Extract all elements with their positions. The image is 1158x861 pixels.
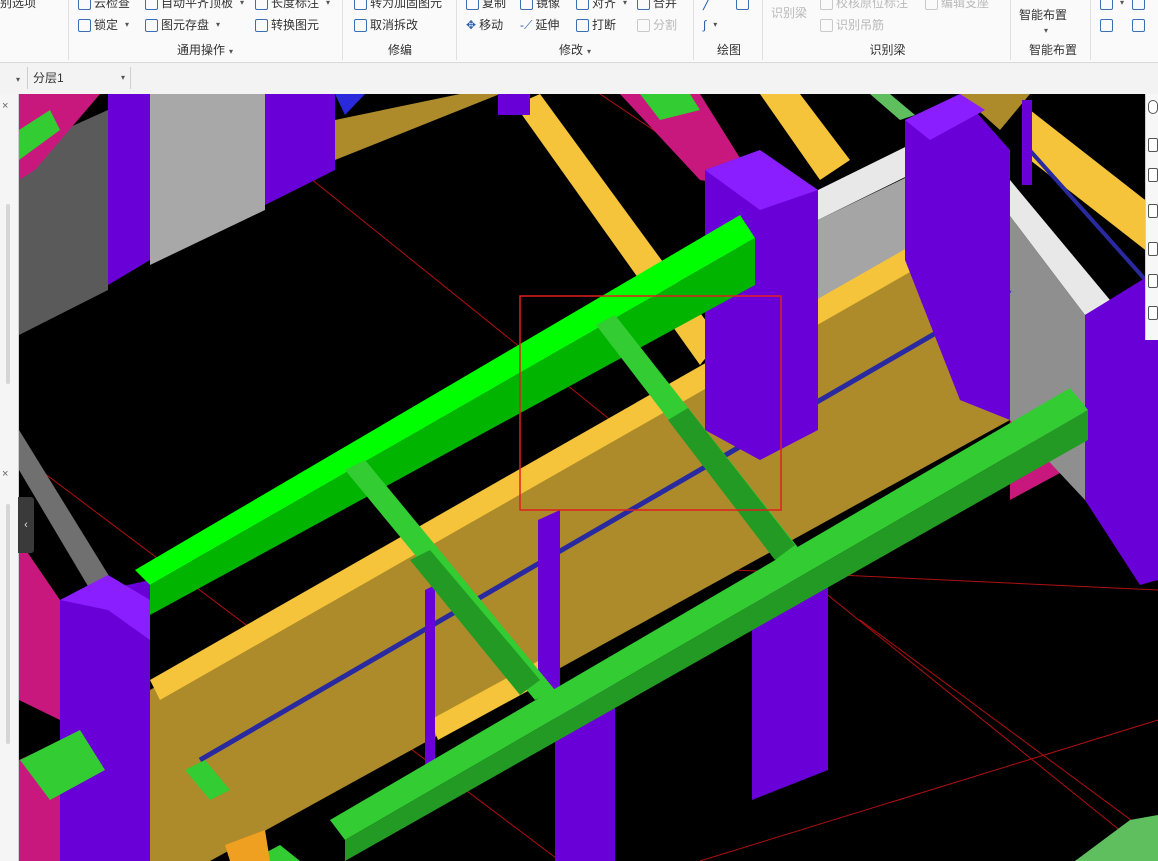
layer-dropdown[interactable]: 分层1 ▾ (33, 69, 125, 87)
align-button[interactable]: 对齐 ▾ (576, 0, 627, 12)
tool-c-button[interactable] (1132, 0, 1145, 12)
auto-level-slab-button[interactable]: 自动平齐顶板 ▾ (145, 0, 244, 12)
tool-d-button[interactable] (1132, 16, 1145, 34)
close-icon[interactable]: × (2, 100, 8, 112)
tool-b-icon (1100, 18, 1113, 32)
floor-dropdown[interactable]: ▾ (12, 69, 20, 87)
close-icon[interactable]: × (2, 468, 8, 480)
copy-icon (466, 0, 479, 10)
draw-rect-icon (736, 0, 749, 10)
group-smart-layout: 智能布置 (1028, 43, 1077, 57)
cancel-split-button[interactable]: 取消拆改 (354, 16, 418, 34)
to-reinforce-button[interactable]: 转为加固图元 (354, 0, 442, 12)
tool-c-icon (1132, 0, 1145, 10)
reinforce-icon (354, 0, 367, 10)
split-icon (637, 18, 650, 32)
break-button[interactable]: 打断 (576, 16, 616, 34)
group-common-ops: 通用操作 ▾ (176, 43, 234, 57)
cancel-split-icon (354, 18, 367, 32)
draw-arc-button[interactable]: ∫ ▾ (703, 16, 717, 34)
view-2d-icon[interactable] (1148, 138, 1158, 152)
level-icon (145, 0, 158, 10)
divider (342, 0, 343, 60)
column (1022, 100, 1032, 185)
view-3d-icon[interactable] (1148, 168, 1158, 182)
lock-button[interactable]: 锁定 ▾ (78, 16, 129, 34)
column (108, 94, 150, 285)
divider (456, 0, 457, 60)
convert-icon (255, 18, 268, 32)
recognize-hanger-button[interactable]: 识别吊筋 (820, 16, 884, 34)
divider (68, 0, 69, 60)
move-icon: ✥ (466, 18, 477, 32)
divider (762, 0, 763, 60)
convert-element-button[interactable]: 转换图元 (255, 16, 319, 34)
tool-d-icon (1132, 18, 1145, 32)
verify-origin-mark-button[interactable]: 校核原位标注 (820, 0, 908, 12)
cloud-check-button[interactable]: 云检查 (78, 0, 130, 12)
column (498, 94, 530, 115)
divider (130, 67, 131, 89)
view-toolbar (1145, 94, 1158, 340)
group-recognize-beam: 识别梁 (869, 43, 906, 57)
3d-viewport[interactable] (19, 94, 1158, 861)
verify-icon (820, 0, 833, 10)
move-button[interactable]: ✥ 移动 (466, 16, 503, 34)
ribbon: 别选项 云检查 自动平齐顶板 ▾ 长度标注 ▾ 转为加固图元 复制 镜像 对齐 ▾ 合… (0, 0, 1158, 63)
draw-line-button[interactable]: ╱ (703, 0, 711, 12)
cloud-check-icon (78, 0, 91, 10)
divider (1010, 0, 1011, 60)
edit-support-button[interactable]: 编辑支座 (925, 0, 989, 12)
save-icon (145, 18, 158, 32)
copy-button[interactable]: 复制 (466, 0, 506, 12)
draw-line-icon: ╱ (703, 0, 711, 10)
lock-icon (78, 18, 91, 32)
length-mark-button[interactable]: 长度标注 ▾ (255, 0, 330, 12)
smart-layout-caret[interactable]: ▾ (1040, 22, 1048, 40)
recognize-beam-button[interactable]: 识别梁 (771, 4, 807, 22)
view-list-icon[interactable] (1148, 306, 1158, 320)
view-rotate-icon[interactable] (1148, 274, 1158, 288)
merge-icon (637, 0, 650, 10)
selection-options-button[interactable]: 别选项 (0, 0, 36, 12)
mirror-button[interactable]: 镜像 (520, 0, 560, 12)
collapse-panel-button[interactable]: ‹ (18, 497, 34, 553)
view-orbit-icon[interactable] (1148, 100, 1158, 114)
divider (27, 67, 28, 89)
group-edit: 修编 (387, 43, 412, 57)
view-select-icon[interactable] (1148, 242, 1158, 256)
element-save-button[interactable]: 图元存盘 ▾ (145, 16, 220, 34)
tool-a-button[interactable]: ▾ (1100, 0, 1124, 12)
left-panel: × × (0, 94, 19, 861)
split-button[interactable]: 分割 (637, 16, 677, 34)
tool-b-button[interactable] (1100, 16, 1113, 34)
scrollbar[interactable] (6, 504, 10, 744)
column (425, 585, 435, 765)
hanger-icon (820, 18, 833, 32)
draw-arc-icon: ∫ (703, 18, 707, 32)
layer-toolbar: ▾ 分层1 ▾ (0, 63, 1158, 95)
dimension-icon (255, 0, 268, 10)
group-draw: 绘图 (716, 43, 741, 57)
merge-button[interactable]: 合并 (637, 0, 677, 12)
extend-button[interactable]: -⟋ 延伸 (520, 16, 559, 34)
tool-a-icon (1100, 0, 1113, 10)
edit-support-icon (925, 0, 938, 10)
break-icon (576, 18, 589, 32)
draw-rect-button[interactable] (736, 0, 749, 12)
mirror-icon (520, 0, 533, 10)
extend-icon: -⟋ (520, 18, 533, 32)
align-icon (576, 0, 589, 10)
scrollbar[interactable] (6, 204, 10, 384)
divider (1090, 0, 1091, 60)
group-modify: 修改 ▾ (558, 43, 592, 57)
divider (693, 0, 694, 60)
view-box-icon[interactable] (1148, 204, 1158, 218)
